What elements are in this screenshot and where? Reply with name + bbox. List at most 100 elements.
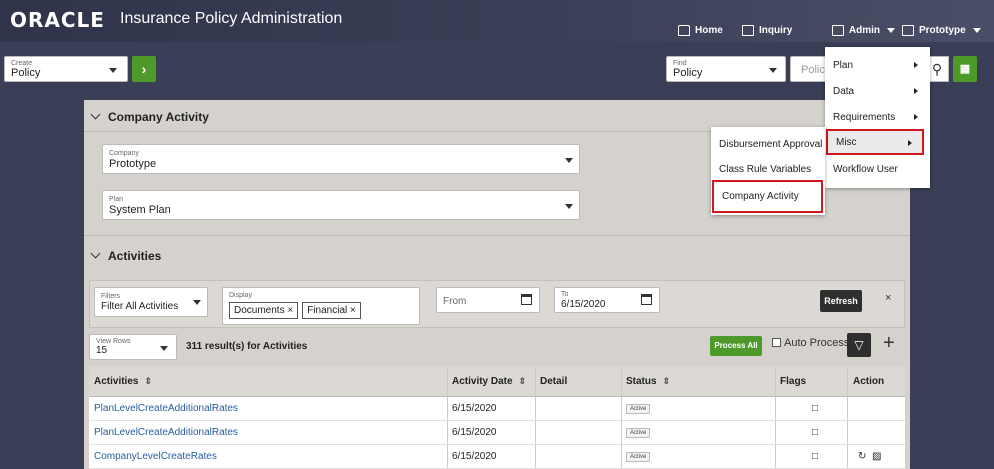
misc-menu-item-company-activity[interactable]: Company Activity bbox=[712, 180, 823, 213]
admin-menu-item-misc[interactable]: Misc bbox=[826, 129, 924, 155]
sort-icon: ⇕ bbox=[518, 375, 527, 386]
flag-icon[interactable]: □ bbox=[807, 421, 827, 444]
app-header: ORACLE Insurance Policy Administration H… bbox=[0, 0, 994, 42]
table-row[interactable]: PlanLevelCreateAdditionalRates 6/15/2020… bbox=[89, 397, 905, 421]
close-icon[interactable]: × bbox=[885, 292, 891, 304]
create-label: Create bbox=[11, 60, 33, 67]
divider bbox=[847, 366, 848, 396]
calendar-icon[interactable] bbox=[641, 294, 652, 305]
filter-button[interactable]: ▽ bbox=[847, 333, 871, 357]
admin-menu-item-requirements[interactable]: Requirements bbox=[825, 105, 930, 129]
refresh-button[interactable]: Refresh bbox=[820, 290, 862, 312]
plan-select[interactable]: Plan System Plan bbox=[102, 190, 580, 220]
chevron-down-icon bbox=[565, 158, 573, 163]
add-icon[interactable]: + bbox=[883, 331, 895, 355]
status-cell: Active bbox=[621, 445, 775, 468]
admin-menu-item-workflow-user[interactable]: Workflow User bbox=[825, 157, 930, 181]
table-row[interactable]: PlanLevelCreateAdditionalRates 6/15/2020… bbox=[89, 421, 905, 445]
chevron-down-icon bbox=[90, 109, 101, 120]
flag-icon[interactable]: □ bbox=[807, 445, 827, 468]
menu-item-label: Company Activity bbox=[722, 191, 799, 202]
chevron-down-icon bbox=[972, 27, 981, 33]
nav-prototype[interactable]: Prototype bbox=[902, 18, 981, 42]
activities-header[interactable]: Activities bbox=[90, 248, 162, 263]
col-activities[interactable]: Activities ⇕ bbox=[89, 366, 439, 396]
filters-select[interactable]: Filters Filter All Activities bbox=[94, 287, 208, 317]
admin-menu-item-data[interactable]: Data bbox=[825, 79, 930, 103]
company-activity-header[interactable]: Company Activity bbox=[90, 109, 209, 124]
table-header-row: Activities ⇕ Activity Date ⇕ Detail Status… bbox=[89, 366, 905, 397]
display-label: Display bbox=[229, 292, 252, 299]
divider bbox=[535, 421, 536, 444]
create-value: Policy bbox=[11, 67, 41, 79]
oracle-logo: ORACLE bbox=[10, 8, 105, 32]
create-select[interactable]: Create Policy bbox=[4, 56, 128, 82]
divider bbox=[621, 366, 622, 396]
divider bbox=[847, 421, 848, 444]
process-all-button[interactable]: Process All bbox=[710, 336, 762, 356]
chevron-down-icon bbox=[193, 300, 201, 305]
status-cell: Active bbox=[621, 421, 775, 444]
misc-menu-item-disbursement-approval[interactable]: Disbursement Approval bbox=[711, 132, 825, 156]
auto-process-checkbox[interactable]: Auto Process bbox=[772, 337, 849, 349]
menu-item-label: Class Rule Variables bbox=[719, 163, 812, 175]
spreadsheet-icon: ▦ bbox=[959, 63, 971, 75]
col-status[interactable]: Status ⇕ bbox=[621, 366, 775, 396]
trash-icon[interactable]: ▨ bbox=[867, 445, 883, 468]
nav-admin[interactable]: Admin bbox=[825, 18, 895, 42]
divider bbox=[447, 445, 448, 468]
display-select[interactable]: Display Documents × Financial × bbox=[222, 287, 420, 325]
col-action-label: Action bbox=[853, 375, 885, 387]
activity-link[interactable]: CompanyLevelCreateRates bbox=[89, 445, 439, 468]
chevron-down-icon bbox=[769, 68, 777, 73]
find-select[interactable]: Find Policy bbox=[666, 56, 786, 82]
checkbox-icon bbox=[772, 338, 781, 347]
menu-item-label: Disbursement Approval bbox=[719, 138, 823, 150]
misc-submenu: Disbursement Approval Class Rule Variabl… bbox=[711, 127, 825, 215]
display-tag-documents[interactable]: Documents × bbox=[229, 302, 299, 319]
view-rows-select[interactable]: View Rows 15 bbox=[89, 334, 177, 360]
chevron-right-icon bbox=[914, 62, 918, 68]
col-activities-label: Activities bbox=[94, 375, 139, 387]
sort-icon: ⇕ bbox=[662, 375, 671, 386]
col-flags: Flags bbox=[775, 366, 847, 396]
divider bbox=[775, 421, 776, 444]
divider bbox=[621, 421, 622, 444]
divider bbox=[621, 445, 622, 468]
divider bbox=[447, 366, 448, 396]
display-tag-financial[interactable]: Financial × bbox=[302, 302, 361, 319]
calendar-icon[interactable] bbox=[521, 294, 532, 305]
misc-menu-item-class-rule-variables[interactable]: Class Rule Variables bbox=[711, 157, 825, 181]
divider bbox=[775, 445, 776, 468]
view-rows-value: 15 bbox=[96, 345, 108, 356]
find-value: Policy bbox=[673, 67, 703, 79]
nav-inquiry[interactable]: Inquiry bbox=[742, 18, 792, 42]
auto-process-label: Auto Process bbox=[784, 337, 850, 349]
funnel-icon: ▽ bbox=[854, 338, 864, 352]
export-button[interactable]: ▦ bbox=[953, 56, 977, 82]
inquiry-icon bbox=[742, 24, 754, 36]
col-detail-label: Detail bbox=[540, 375, 568, 387]
activities-title: Activities bbox=[108, 249, 162, 263]
filters-value: Filter All Activities bbox=[101, 301, 179, 312]
admin-menu-item-plan[interactable]: Plan bbox=[825, 53, 930, 77]
activity-date: 6/15/2020 bbox=[452, 403, 497, 414]
table-row[interactable]: CompanyLevelCreateRates 6/15/2020 Active… bbox=[89, 445, 905, 469]
to-date-input[interactable]: To 6/15/2020 bbox=[554, 287, 660, 313]
divider bbox=[447, 421, 448, 444]
nav-home[interactable]: Home bbox=[678, 18, 723, 42]
menu-item-label: Requirements bbox=[833, 111, 896, 123]
activity-link[interactable]: PlanLevelCreateAdditionalRates bbox=[89, 397, 439, 420]
company-select[interactable]: Company Prototype bbox=[102, 144, 580, 174]
activity-link[interactable]: PlanLevelCreateAdditionalRates bbox=[89, 421, 439, 444]
chevron-right-icon bbox=[914, 88, 918, 94]
col-activity-date[interactable]: Activity Date ⇕ bbox=[447, 366, 535, 396]
divider bbox=[84, 235, 910, 236]
flag-icon[interactable]: □ bbox=[807, 397, 827, 420]
plan-label: Plan bbox=[109, 196, 124, 203]
nav-admin-label: Admin bbox=[848, 24, 880, 36]
nav-prototype-label: Prototype bbox=[919, 24, 966, 36]
menu-item-label: Workflow User bbox=[833, 163, 898, 175]
from-date-input[interactable]: From bbox=[436, 287, 540, 313]
create-go-button[interactable]: › bbox=[132, 56, 156, 82]
